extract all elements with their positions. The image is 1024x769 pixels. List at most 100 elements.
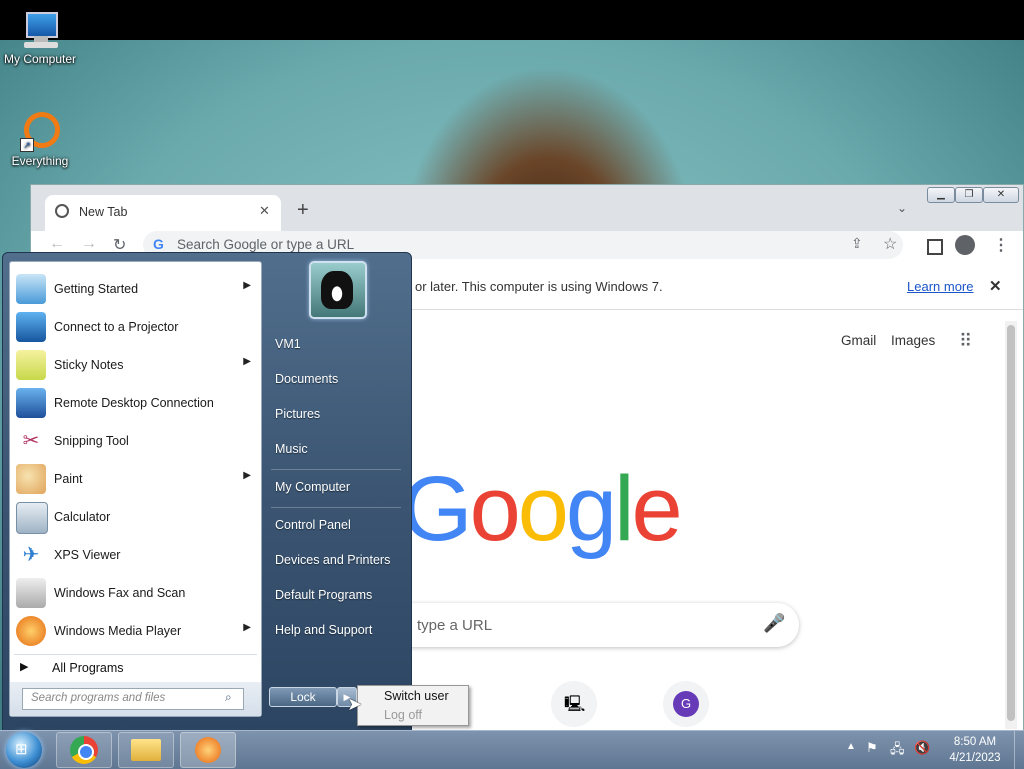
power-submenu: Switch user Log off <box>357 685 469 726</box>
windows-logo-icon: ⊞ <box>15 741 28 758</box>
program-calculator[interactable]: Calculator <box>10 498 261 536</box>
close-tab-icon[interactable]: ✕ <box>259 203 270 219</box>
projector-icon <box>16 312 46 342</box>
desktop-icon-label: My Computer <box>3 52 77 66</box>
switch-user-item[interactable]: Switch user <box>384 689 449 703</box>
top-band <box>0 0 1024 40</box>
lock-button[interactable]: Lock <box>269 687 337 707</box>
calculator-icon <box>16 502 48 534</box>
taskbar-explorer[interactable] <box>118 732 174 768</box>
fax-icon <box>16 578 46 608</box>
computer-icon <box>20 10 60 50</box>
chrome-tab-icon <box>55 204 69 218</box>
bookmark-star-icon[interactable]: ☆ <box>883 234 897 254</box>
getting-started-icon <box>16 274 46 304</box>
user-picture[interactable] <box>309 261 367 319</box>
submenu-arrow-icon: ▶ <box>243 622 251 633</box>
apps-grid-icon[interactable]: ⠿ <box>959 331 972 352</box>
taskbar-media-player[interactable] <box>180 732 236 768</box>
network-icon[interactable]: 🖧 <box>890 740 905 762</box>
right-item-my-computer[interactable]: My Computer <box>275 480 350 494</box>
tab-new-tab[interactable]: New Tab ✕ <box>45 195 281 231</box>
forward-icon[interactable]: → <box>81 235 97 253</box>
learn-more-link[interactable]: Learn more <box>907 279 973 294</box>
program-label: Sticky Notes <box>54 358 124 372</box>
infobar-close-icon[interactable]: ✕ <box>989 277 1002 295</box>
search-box-placeholder: type a URL <box>417 617 493 634</box>
right-item-help-support[interactable]: Help and Support <box>275 623 372 637</box>
program-fax-scan[interactable]: Windows Fax and Scan <box>10 574 261 612</box>
mouse-cursor-icon: ➤ <box>347 694 363 714</box>
divider <box>271 469 401 470</box>
media-player-icon <box>16 616 46 646</box>
clock-date: 4/21/2023 <box>949 752 1001 764</box>
program-label: Paint <box>54 472 83 486</box>
show-hidden-icons-arrow[interactable]: ▲ <box>846 741 856 752</box>
program-sticky-notes[interactable]: Sticky Notes ▶ <box>10 346 261 384</box>
side-panel-icon[interactable] <box>927 239 943 255</box>
program-label: Calculator <box>54 510 111 524</box>
right-item-user[interactable]: VM1 <box>275 337 301 351</box>
right-item-pictures[interactable]: Pictures <box>275 407 320 421</box>
profile-avatar-icon[interactable] <box>955 235 975 255</box>
images-link[interactable]: Images <box>891 333 935 348</box>
desktop-icon-label: Everything <box>11 154 69 168</box>
shortcut-letter-icon: G <box>673 691 699 717</box>
program-remote-desktop[interactable]: Remote Desktop Connection <box>10 384 261 422</box>
back-icon[interactable]: ← <box>49 235 65 253</box>
program-getting-started[interactable]: Getting Started ▶ <box>10 270 261 308</box>
right-item-devices-printers[interactable]: Devices and Printers <box>275 553 390 567</box>
programs-pane: Getting Started ▶ Connect to a Projector… <box>9 261 262 717</box>
right-item-music[interactable]: Music <box>275 442 308 456</box>
gmail-link[interactable]: Gmail <box>841 333 876 348</box>
start-menu: Getting Started ▶ Connect to a Projector… <box>2 252 412 732</box>
right-item-default-programs[interactable]: Default Programs <box>275 588 372 602</box>
remote-desktop-icon <box>16 388 46 418</box>
submenu-arrow-icon: ▶ <box>243 280 251 291</box>
shortcut-tile[interactable]: 🖳 <box>551 681 597 727</box>
share-icon[interactable]: ⇪ <box>851 235 863 252</box>
start-search-input[interactable]: Search programs and files ⌕ <box>22 688 244 710</box>
action-center-flag-icon[interactable]: ⚑ <box>866 740 878 756</box>
clock-time: 8:50 AM <box>953 736 997 748</box>
program-label: Remote Desktop Connection <box>54 396 214 410</box>
start-button[interactable]: ⊞ <box>6 732 42 768</box>
scrollbar[interactable] <box>1005 321 1017 729</box>
maximize-button[interactable]: ❐ <box>955 187 983 203</box>
xps-viewer-icon: ✈ <box>22 544 40 566</box>
desktop-icon-everything[interactable]: ↗ Everything <box>0 112 80 168</box>
shortcut-tile[interactable]: G <box>663 681 709 727</box>
minimize-button[interactable]: ▁ <box>927 187 955 203</box>
submenu-arrow-icon: ▶ <box>243 470 251 481</box>
log-off-item[interactable]: Log off <box>384 708 422 722</box>
everything-icon: ↗ <box>20 112 60 152</box>
sticky-notes-icon <box>16 350 46 380</box>
right-item-documents[interactable]: Documents <box>275 372 338 386</box>
program-snipping-tool[interactable]: ✂ Snipping Tool <box>10 422 261 460</box>
show-desktop-button[interactable] <box>1014 731 1024 769</box>
infobar-text: or later. This computer is using Windows… <box>415 279 663 294</box>
clock[interactable]: 8:50 AM 4/21/2023 <box>940 734 1010 766</box>
program-label: Snipping Tool <box>54 434 129 448</box>
all-programs-label: All Programs <box>52 661 124 675</box>
program-connect-projector[interactable]: Connect to a Projector <box>10 308 261 346</box>
google-search-box[interactable]: type a URL 🎤 <box>391 603 799 647</box>
program-xps-viewer[interactable]: ✈ XPS Viewer <box>10 536 261 574</box>
volume-muted-icon[interactable]: 🔇 <box>914 740 930 756</box>
menu-kebab-icon[interactable]: ⋮ <box>993 235 1009 255</box>
paint-icon <box>16 464 46 494</box>
new-tab-button[interactable]: + <box>297 199 309 222</box>
program-paint[interactable]: Paint ▶ <box>10 460 261 498</box>
program-label: Connect to a Projector <box>54 320 179 334</box>
search-area: Search programs and files ⌕ <box>10 682 261 716</box>
desktop-icon-my-computer[interactable]: My Computer <box>0 10 80 66</box>
microphone-icon[interactable]: 🎤 <box>763 613 785 634</box>
close-window-button[interactable]: ✕ <box>983 187 1019 203</box>
program-media-player[interactable]: Windows Media Player ▶ <box>10 612 261 650</box>
program-label: XPS Viewer <box>54 548 121 562</box>
tab-search-chevron-icon[interactable]: ⌄ <box>897 201 907 215</box>
all-programs-button[interactable]: ▶ All Programs <box>10 656 261 680</box>
taskbar-chrome[interactable] <box>56 732 112 768</box>
right-item-control-panel[interactable]: Control Panel <box>275 518 351 532</box>
google-g-icon: G <box>153 236 164 252</box>
